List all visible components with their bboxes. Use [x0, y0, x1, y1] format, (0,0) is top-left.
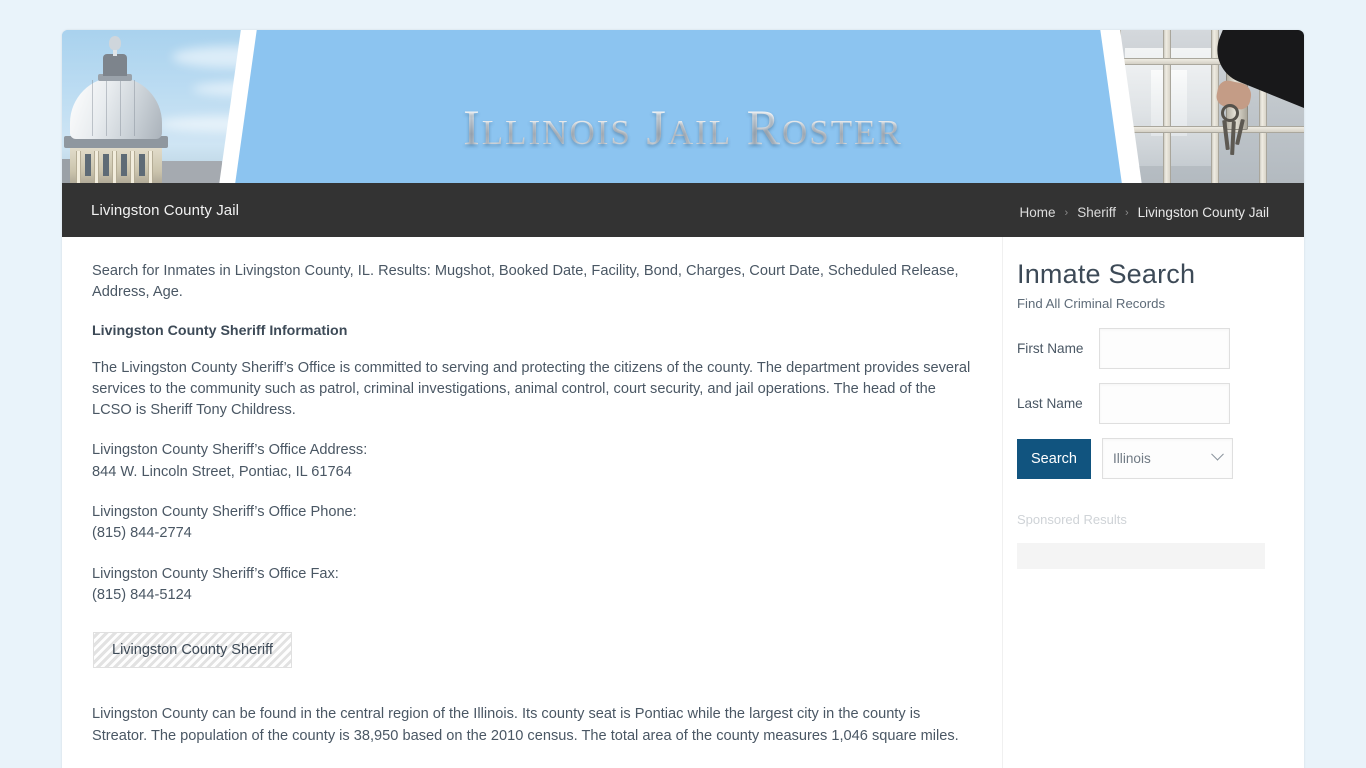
inmate-search-sidebar: Inmate Search Find All Criminal Records …	[1002, 237, 1304, 768]
capitol-window	[139, 154, 145, 176]
page-title: Livingston County Jail	[91, 201, 240, 219]
search-controls-row: Search Illinois	[1013, 438, 1278, 479]
breadcrumb-item-current: Livingston County Jail	[1137, 205, 1269, 220]
state-select[interactable]: Illinois	[1102, 438, 1233, 479]
inmate-search-title: Inmate Search	[1017, 259, 1196, 289]
sheriff-link-container: Livingston County Sheriff	[93, 632, 972, 669]
dome-statue	[109, 36, 121, 50]
sheriff-info-heading: Livingston County Sheriff Information	[92, 322, 348, 339]
state-select-value: Illinois	[1113, 451, 1151, 466]
site-title: Illinois Jail Roster	[62, 98, 1304, 156]
sponsored-results-placeholder	[1017, 543, 1265, 569]
dome-lantern	[103, 54, 127, 76]
sponsored-results-label: Sponsored Results	[1017, 512, 1127, 527]
last-name-row: Last Name	[1013, 383, 1278, 424]
capitol-window	[103, 154, 109, 176]
breadcrumb-item-sheriff[interactable]: Sheriff	[1071, 205, 1122, 220]
first-name-row: First Name	[1013, 328, 1278, 369]
capitol-window	[121, 154, 127, 176]
office-address-value: 844 W. Lincoln Street, Pontiac, IL 61764	[92, 463, 352, 480]
county-info-paragraph: Livingston County can be found in the ce…	[92, 706, 959, 744]
site-banner: Illinois Jail Roster	[62, 30, 1304, 183]
breadcrumb-item-home[interactable]: Home	[1014, 205, 1062, 220]
breadcrumb: Home › Sheriff › Livingston County Jail	[1014, 200, 1275, 220]
office-address-label: Livingston County Sheriff’s Office Addre…	[92, 442, 368, 459]
chevron-down-icon	[1211, 447, 1224, 461]
last-name-input[interactable]	[1099, 383, 1230, 424]
office-phone-block: Livingston County Sheriff’s Office Phone…	[92, 502, 972, 545]
sheriff-description: The Livingston County Sheriff’s Office i…	[92, 359, 971, 419]
chevron-right-icon: ›	[1125, 206, 1129, 219]
office-fax-value: (815) 844-5124	[92, 586, 192, 603]
office-phone-label: Livingston County Sheriff’s Office Phone…	[92, 504, 357, 521]
office-fax-block: Livingston County Sheriff’s Office Fax: …	[92, 564, 972, 607]
main-content: Search for Inmates in Livingston County,…	[62, 237, 1002, 768]
content-area: Search for Inmates in Livingston County,…	[62, 237, 1304, 768]
office-phone-value: (815) 844-2774	[92, 525, 192, 542]
office-fax-label: Livingston County Sheriff’s Office Fax:	[92, 565, 339, 582]
page-header-bar: Livingston County Jail Home › Sheriff › …	[62, 183, 1304, 237]
office-address-block: Livingston County Sheriff’s Office Addre…	[92, 440, 972, 483]
chevron-right-icon: ›	[1064, 206, 1069, 219]
page-root: Illinois Jail Roster Livingston County J…	[0, 0, 1366, 768]
capitol-window	[85, 154, 91, 176]
site-container: Illinois Jail Roster Livingston County J…	[62, 30, 1304, 768]
livingston-county-sheriff-link[interactable]: Livingston County Sheriff	[93, 632, 292, 669]
last-name-label: Last Name	[1017, 396, 1083, 411]
capitol-wing-right	[162, 161, 222, 183]
first-name-input[interactable]	[1099, 328, 1230, 369]
search-button[interactable]: Search	[1017, 438, 1091, 479]
first-name-label: First Name	[1017, 341, 1084, 356]
inmate-search-subtitle: Find All Criminal Records	[1017, 296, 1166, 311]
intro-paragraph: Search for Inmates in Livingston County,…	[92, 263, 959, 301]
